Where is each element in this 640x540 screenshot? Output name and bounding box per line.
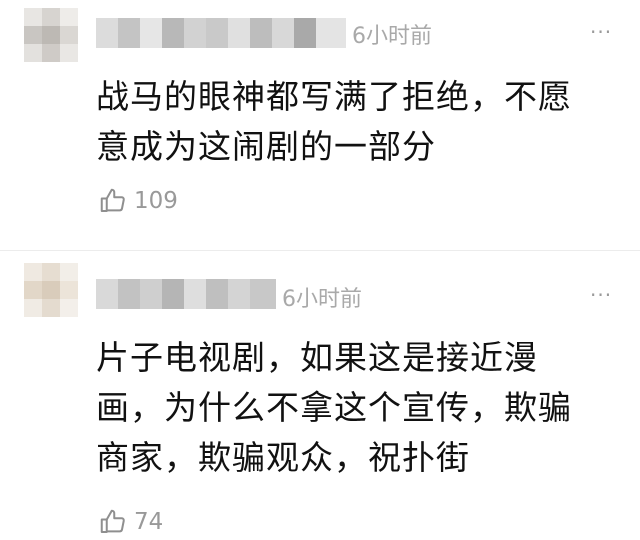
comment-text: 片子电视剧，如果这是接近漫 画，为什么不拿这个宣传，欺骗 商家，欺骗观众，祝扑街 (96, 333, 572, 483)
comment-item: 6小时前 ··· 片子电视剧，如果这是接近漫 画，为什么不拿这个宣传，欺骗 商家… (0, 251, 640, 540)
comment-text-line: 意成为这闹剧的一部分 (96, 127, 436, 166)
comment-timestamp: 6小时前 (352, 24, 432, 49)
comment-timestamp: 6小时前 (282, 287, 362, 312)
username-blurred[interactable] (96, 279, 276, 309)
more-options-icon[interactable]: ··· (590, 20, 612, 44)
avatar[interactable] (24, 8, 78, 62)
like-button[interactable]: 109 (98, 186, 178, 216)
comment-text-line: 画，为什么不拿这个宣传，欺骗 (96, 388, 572, 427)
like-button[interactable]: 74 (98, 507, 163, 537)
like-count: 74 (134, 509, 164, 535)
like-count: 109 (134, 188, 178, 214)
thumbs-up-icon (100, 188, 125, 212)
comment-text-line: 片子电视剧，如果这是接近漫 (96, 338, 538, 377)
comment-item: 6小时前 ··· 战马的眼神都写满了拒绝，不愿 意成为这闹剧的一部分 109 (0, 0, 640, 250)
comment-text: 战马的眼神都写满了拒绝，不愿 意成为这闹剧的一部分 (96, 72, 572, 172)
comment-text-line: 商家，欺骗观众，祝扑街 (96, 438, 470, 477)
thumbs-up-icon (100, 509, 125, 533)
avatar[interactable] (24, 263, 78, 317)
comment-text-line: 战马的眼神都写满了拒绝，不愿 (96, 77, 572, 116)
username-blurred[interactable] (96, 18, 346, 48)
more-options-icon[interactable]: ··· (590, 283, 612, 307)
